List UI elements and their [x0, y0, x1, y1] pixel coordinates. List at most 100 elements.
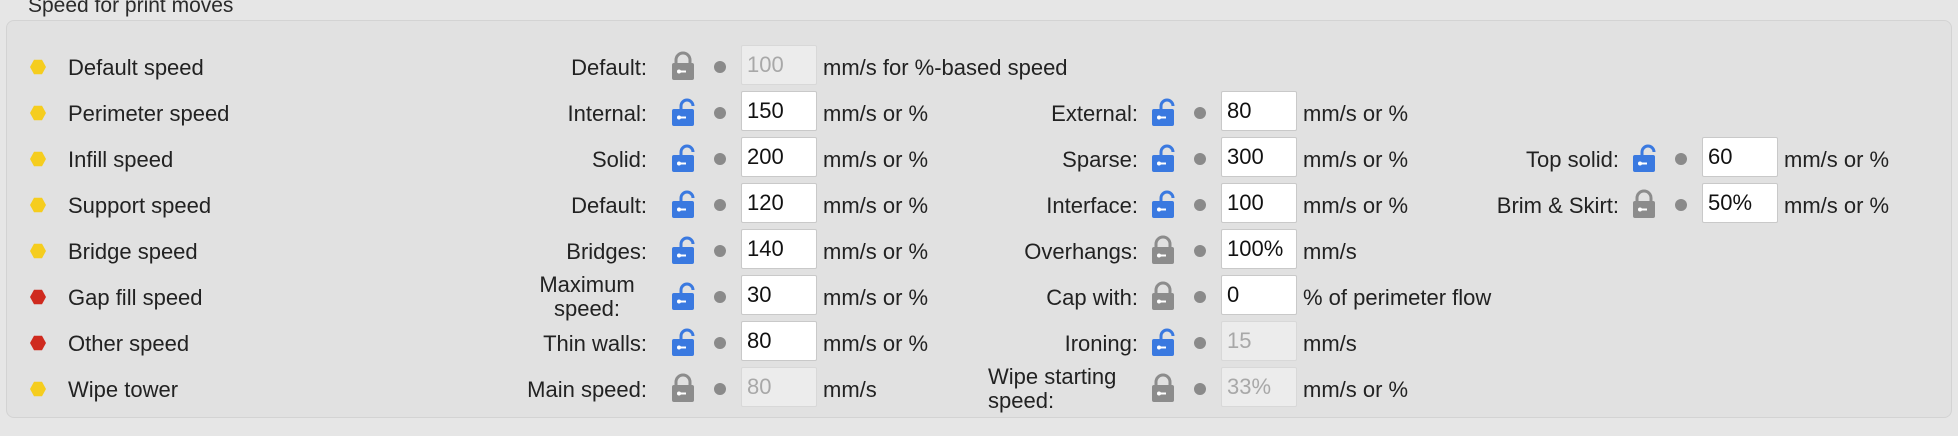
internal-label: Internal: [567, 101, 648, 126]
setting-row-bridge-speed: Bridge speed Bridges: 140 mm/s or % Overhang… [0, 229, 1958, 271]
setting-row-infill-speed: Infill speed Solid: 200 mm/s or % Sparse: 300… [0, 137, 1958, 179]
external-unit: mm/s or % [1303, 101, 1409, 126]
status-hexagon-icon [30, 197, 46, 213]
brim-skirt-input[interactable]: 50% [1702, 183, 1778, 223]
default-label: Default: [571, 193, 647, 218]
reset-dot-icon[interactable] [714, 153, 726, 165]
unlocked-lock-icon[interactable] [1151, 143, 1175, 173]
setting-row-gap-fill-speed: Gap fill speed Maximum speed: 30 mm/s or % C… [0, 273, 1958, 321]
reset-dot-icon[interactable] [714, 107, 726, 119]
row-label: Default speed [68, 55, 204, 80]
status-hexagon-icon [30, 151, 46, 167]
default-label: Default: [571, 55, 647, 80]
maximum-speed-unit: mm/s or % [823, 285, 929, 310]
maximum-speed-input[interactable]: 30 [741, 275, 817, 315]
overhangs-unit: mm/s [1303, 239, 1357, 264]
status-hexagon-icon [30, 289, 46, 305]
solid-label: Solid: [591, 147, 647, 172]
unlocked-lock-icon[interactable] [1632, 143, 1656, 173]
reset-dot-icon[interactable] [1194, 107, 1206, 119]
unlocked-lock-icon[interactable] [671, 327, 695, 357]
sparse-input[interactable]: 300 [1221, 137, 1297, 177]
internal-input[interactable]: 150 [741, 91, 817, 131]
ironing-unit: mm/s [1303, 331, 1357, 356]
locked-lock-icon[interactable] [1632, 189, 1656, 219]
unlocked-lock-icon[interactable] [671, 235, 695, 265]
overhangs-label: Overhangs: [1024, 239, 1138, 264]
reset-dot-icon[interactable] [714, 291, 726, 303]
unlocked-lock-icon[interactable] [1151, 327, 1175, 357]
brim-skirt-label: Brim & Skirt: [1496, 193, 1619, 218]
reset-dot-icon[interactable] [1194, 245, 1206, 257]
locked-lock-icon[interactable] [1151, 281, 1175, 311]
main-speed-input[interactable]: 80 [741, 367, 817, 407]
unlocked-lock-icon[interactable] [671, 189, 695, 219]
group-title: Speed for print moves [28, 0, 234, 17]
unlocked-lock-icon[interactable] [671, 281, 695, 311]
setting-row-wipe-tower: Wipe tower Main speed: 80 mm/s Wipe starting… [0, 365, 1958, 413]
overhangs-input[interactable]: 100% [1221, 229, 1297, 269]
external-label: External: [1051, 101, 1138, 126]
locked-lock-icon[interactable] [671, 51, 695, 81]
reset-dot-icon[interactable] [1194, 383, 1206, 395]
status-hexagon-icon [30, 335, 46, 351]
wipe-starting-speed-input[interactable]: 33% [1221, 367, 1297, 407]
reset-dot-icon[interactable] [714, 337, 726, 349]
reset-dot-icon[interactable] [714, 61, 726, 73]
unlocked-lock-icon[interactable] [1151, 189, 1175, 219]
external-input[interactable]: 80 [1221, 91, 1297, 131]
reset-dot-icon[interactable] [1194, 291, 1206, 303]
setting-row-perimeter-speed: Perimeter speed Internal: 150 mm/s or % Exte… [0, 91, 1958, 133]
interface-label: Interface: [1046, 193, 1138, 218]
solid-input[interactable]: 200 [741, 137, 817, 177]
brim-skirt-unit: mm/s or % [1784, 193, 1890, 218]
interface-input[interactable]: 100 [1221, 183, 1297, 223]
row-label: Bridge speed [68, 239, 198, 264]
reset-dot-icon[interactable] [1675, 153, 1687, 165]
bridges-unit: mm/s or % [823, 239, 929, 264]
reset-dot-icon[interactable] [714, 199, 726, 211]
reset-dot-icon[interactable] [1194, 153, 1206, 165]
reset-dot-icon[interactable] [1194, 199, 1206, 211]
interface-unit: mm/s or % [1303, 193, 1409, 218]
locked-lock-icon[interactable] [1151, 373, 1175, 403]
main-speed-unit: mm/s [823, 377, 877, 402]
locked-lock-icon[interactable] [671, 373, 695, 403]
thin-walls-input[interactable]: 80 [741, 321, 817, 361]
sparse-label: Sparse: [1062, 147, 1138, 172]
thin-walls-unit: mm/s or % [823, 331, 929, 356]
locked-lock-icon[interactable] [1151, 235, 1175, 265]
row-label: Perimeter speed [68, 101, 230, 126]
status-hexagon-icon [30, 59, 46, 75]
wipe-starting-speed-label: Wipe starting speed: [988, 364, 1117, 413]
main-speed-label: Main speed: [527, 377, 647, 402]
solid-unit: mm/s or % [823, 147, 929, 172]
row-label: Support speed [68, 193, 212, 218]
thin-walls-label: Thin walls: [543, 331, 647, 356]
cap-with-input[interactable]: 0 [1221, 275, 1297, 315]
default-input[interactable]: 120 [741, 183, 817, 223]
top-solid-input[interactable]: 60 [1702, 137, 1778, 177]
wipe-starting-speed-unit: mm/s or % [1303, 377, 1409, 402]
setting-row-default-speed: Default speed Default: 100 mm/s for %-based… [0, 45, 1958, 87]
unlocked-lock-icon[interactable] [671, 97, 695, 127]
cap-with-label: Cap with: [1046, 285, 1138, 310]
row-label: Wipe tower [68, 377, 179, 402]
status-hexagon-icon [30, 381, 46, 397]
default-unit: mm/s for %-based speed [823, 55, 1068, 80]
reset-dot-icon[interactable] [1675, 199, 1687, 211]
bridges-label: Bridges: [566, 239, 647, 264]
sparse-unit: mm/s or % [1303, 147, 1409, 172]
row-label: Infill speed [68, 147, 174, 172]
ironing-input[interactable]: 15 [1221, 321, 1297, 361]
bridges-input[interactable]: 140 [741, 229, 817, 269]
internal-unit: mm/s or % [823, 101, 929, 126]
default-input[interactable]: 100 [741, 45, 817, 85]
reset-dot-icon[interactable] [1194, 337, 1206, 349]
maximum-speed-label: Maximum speed: [539, 272, 635, 321]
reset-dot-icon[interactable] [714, 383, 726, 395]
reset-dot-icon[interactable] [714, 245, 726, 257]
unlocked-lock-icon[interactable] [671, 143, 695, 173]
unlocked-lock-icon[interactable] [1151, 97, 1175, 127]
setting-row-support-speed: Support speed Default: 120 mm/s or % Interfa… [0, 183, 1958, 225]
